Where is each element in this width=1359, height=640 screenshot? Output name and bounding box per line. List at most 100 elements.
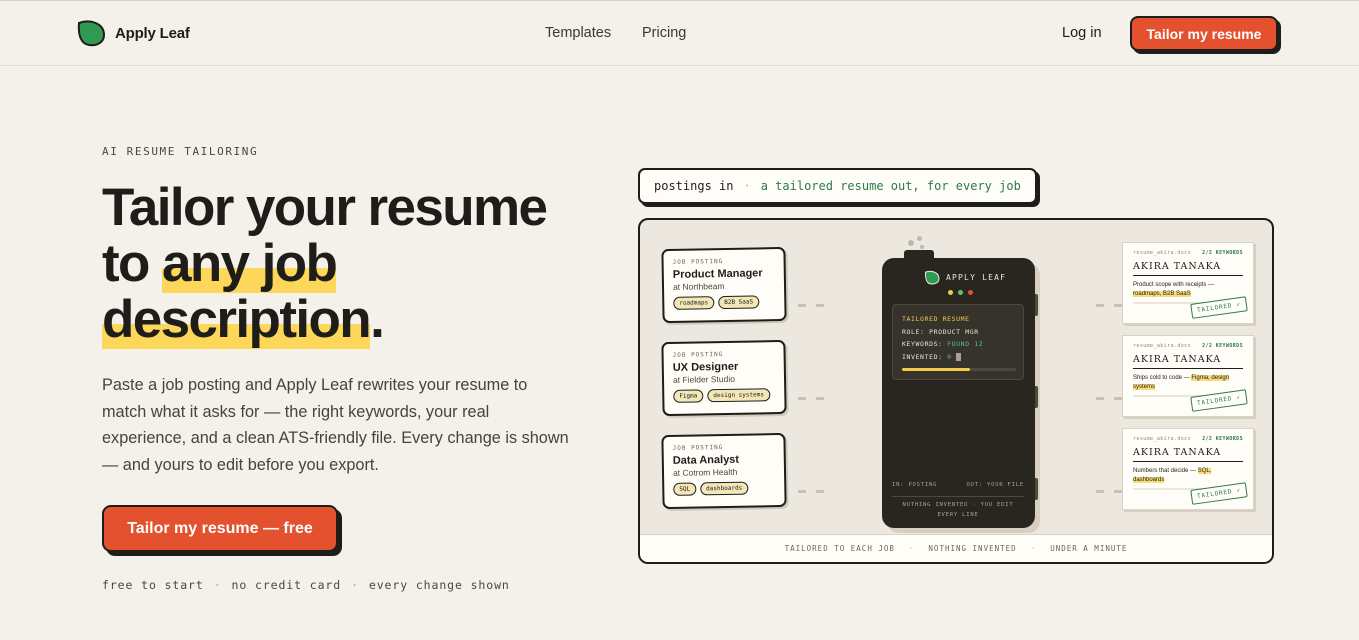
job-card: JOB POSTING UX Designer at Fielder Studi… [661, 339, 787, 417]
leaf-icon [77, 20, 106, 47]
job-card-label: JOB POSTING [672, 258, 724, 266]
hero-eyebrow: AI RESUME TAILORING [102, 145, 259, 158]
resume-name: AKIRA TANAKA [1133, 261, 1243, 276]
resume-file: resume_akira.docx [1133, 343, 1191, 349]
footer-separator: · [1030, 544, 1037, 553]
device-in-label: IN: POSTING [892, 482, 938, 488]
nav-link-templates[interactable]: Templates [545, 25, 611, 41]
footer-item: TAILORED TO EACH JOB [784, 544, 895, 553]
hero-headline: Tailor your resume to any job descriptio… [102, 178, 622, 349]
screen-keywords: KEYWORDS: FOUND 12 [902, 340, 984, 348]
headline-period: . [370, 290, 385, 349]
device-brand-label: APPLY LEAF [946, 273, 1007, 282]
job-card: JOB POSTING Product Manager at Northbeam… [661, 246, 787, 324]
tagline-input: postings in [654, 179, 734, 193]
connector-dash [798, 490, 806, 493]
nav-cta-button[interactable]: Tailor my resume [1130, 16, 1278, 51]
status-light [958, 290, 963, 295]
connector-dash [1114, 304, 1122, 307]
resume-line: Ships cold to code — Figma, design syste… [1133, 375, 1230, 390]
footnote-separator: · [213, 578, 222, 592]
headline-line-2a: to [102, 234, 162, 293]
connector-dash [1096, 397, 1104, 400]
resume-file: resume_akira.docx [1133, 250, 1191, 256]
job-card-company: at Cotrom Health [672, 466, 738, 478]
connector-dash [1096, 304, 1104, 307]
resume-keywords: 2/2 KEYWORDS [1202, 436, 1243, 442]
tagline-output: a tailored resume out, for every job [760, 179, 1021, 193]
connector-dash [798, 304, 806, 307]
resume-keywords: 2/2 KEYWORDS [1202, 250, 1243, 256]
steam-bubble [917, 236, 922, 241]
status-light [948, 290, 953, 295]
tailored-resume-card: resume_akira.docx 2/2 KEYWORDS AKIRA TANA… [1122, 428, 1254, 510]
device-screen: TAILORED RESUME ROLE: PRODUCT MGR KEYWOR… [892, 304, 1024, 380]
resume-name: AKIRA TANAKA [1133, 354, 1243, 369]
connector-dash [816, 490, 824, 493]
device-notch [1035, 294, 1038, 316]
progress-bar [902, 368, 1016, 371]
job-card-label: JOB POSTING [672, 351, 724, 359]
footnote-item: no credit card [231, 578, 342, 592]
tailored-stamp: TAILORED ✓ [1190, 389, 1248, 412]
connector-dash [798, 397, 806, 400]
footnote-separator: · [351, 578, 359, 592]
steam-bubble [908, 240, 914, 246]
device-io: IN: POSTING OUT: YOUR FILE [892, 482, 1024, 488]
device-footer: NOTHING INVENTED · YOU EDIT EVERY LINE [902, 502, 1014, 518]
device-divider [892, 496, 1024, 497]
job-card: JOB POSTING Data Analyst at Cotrom Healt… [661, 432, 787, 510]
hero-footnotes: free to start · no credit card · every c… [102, 578, 510, 592]
illustration-panel: JOB POSTING Product Manager at Northbeam… [638, 218, 1274, 564]
hero-lead: Paste a job posting and Apply Leaf rewri… [102, 376, 569, 474]
leaf-icon [924, 270, 940, 285]
status-light [968, 290, 973, 295]
footer-item: UNDER A MINUTE [1050, 544, 1128, 553]
job-tag: Figma [673, 389, 704, 403]
job-card-title: UX Designer [672, 360, 739, 374]
tagline-box: postings in · a tailored resume out, for… [638, 168, 1037, 204]
job-card-company: at Northbeam [672, 280, 725, 292]
resume-line: Numbers that decide — SQL, dashboards [1133, 468, 1212, 483]
job-card-label: JOB POSTING [672, 444, 724, 452]
job-tag: B2B SaaS [718, 295, 760, 310]
progress-fill [902, 368, 971, 371]
headline-highlight-1: any job [161, 234, 338, 293]
nav-link-pricing[interactable]: Pricing [642, 25, 686, 41]
resume-file: resume_akira.docx [1133, 436, 1191, 442]
connector-dash [1114, 397, 1122, 400]
job-tag: design systems [707, 388, 771, 403]
job-tag: roadmaps [673, 296, 715, 310]
login-link[interactable]: Log in [1062, 25, 1102, 41]
tailored-stamp: TAILORED ✓ [1190, 296, 1248, 319]
headline-highlight-2: description [102, 290, 372, 349]
screen-role: ROLE: PRODUCT MGR [902, 327, 979, 336]
device-out-label: OUT: YOUR FILE [966, 482, 1024, 488]
brand-logo[interactable]: Apply Leaf [76, 19, 190, 47]
device-notch [1035, 386, 1038, 408]
tailoring-machine: APPLY LEAF TAILORED RESUME ROLE: PRODUCT… [882, 258, 1038, 528]
resume-keywords: 2/2 KEYWORDS [1202, 343, 1243, 349]
footer-separator: · [908, 544, 915, 553]
resume-name: AKIRA TANAKA [1133, 447, 1243, 462]
resume-line: Product scope with receipts — roadmaps, … [1133, 282, 1215, 297]
tailored-resume-card: resume_akira.docx 2/2 KEYWORDS AKIRA TANA… [1122, 335, 1254, 417]
device-notch [1035, 478, 1038, 500]
brand-name: Apply Leaf [115, 24, 190, 42]
steam-bubble [920, 245, 924, 249]
headline-line-1: Tailor your resume [102, 178, 548, 237]
illustration-footer: TAILORED TO EACH JOB · NOTHING INVENTED … [640, 534, 1272, 562]
footnote-item: free to start [102, 578, 204, 592]
connector-dash [816, 397, 824, 400]
footer-item: NOTHING INVENTED [928, 544, 1017, 553]
screen-title: TAILORED RESUME [902, 315, 970, 323]
device-lights [948, 290, 973, 295]
connector-dash [1096, 490, 1104, 493]
job-card-title: Product Manager [672, 267, 763, 281]
job-tag: dashboards [700, 481, 749, 496]
device-brand: APPLY LEAF [924, 270, 1006, 285]
job-tag: SQL [673, 482, 697, 496]
hero-cta-button[interactable]: Tailor my resume — free [102, 505, 338, 552]
job-card-company: at Fielder Studio [672, 373, 736, 385]
screen-invented: INVENTED: 0 [902, 351, 1014, 364]
